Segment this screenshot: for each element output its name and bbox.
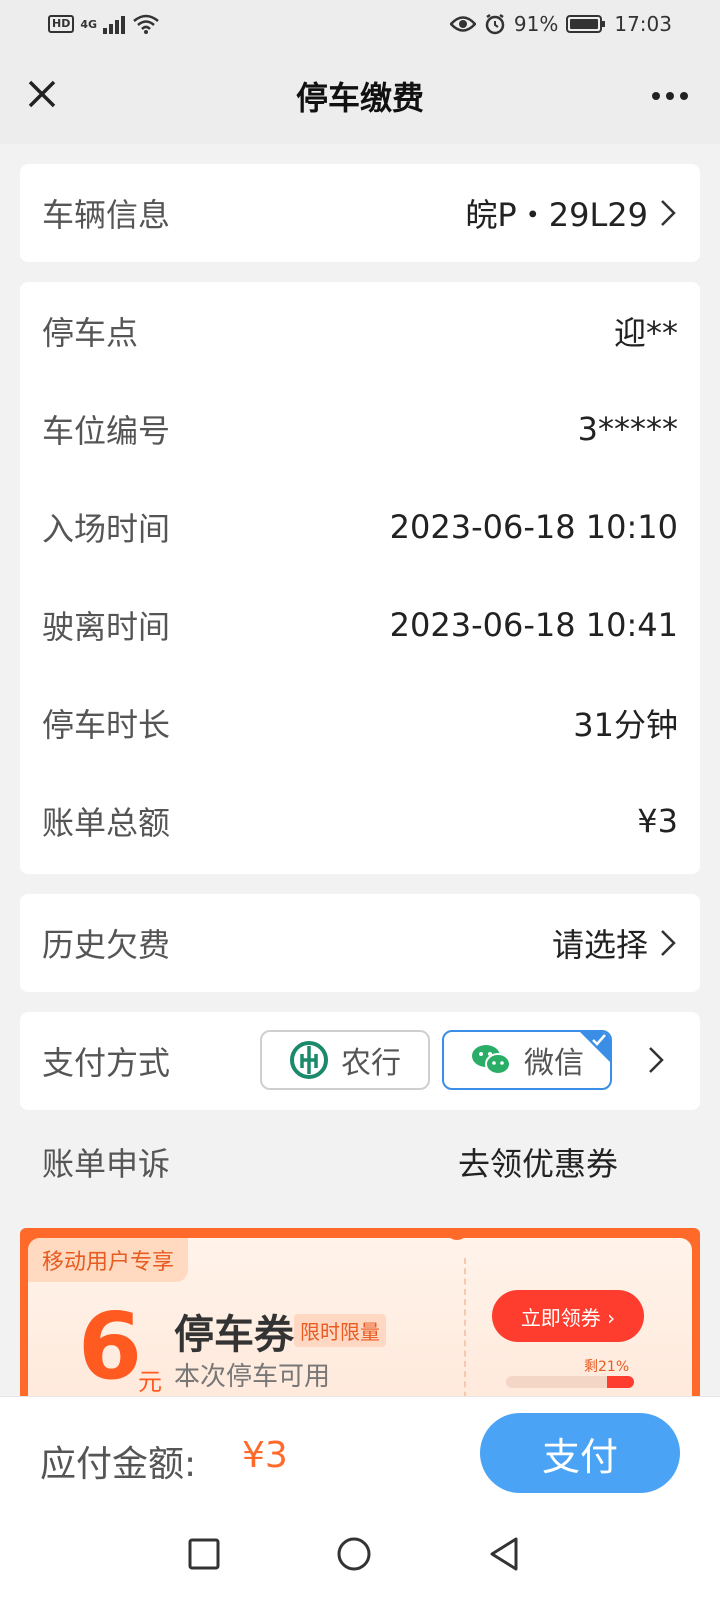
detail-label: 停车点	[42, 314, 139, 352]
page-title: 停车缴费	[295, 79, 424, 117]
promo-coupon: 移动用户专享 6 元 停车券 限时限量 本次停车可用 立即领券 › 剩21%	[28, 1238, 692, 1396]
promo-progress-fill	[607, 1376, 634, 1388]
status-left: HD 4G	[48, 14, 159, 34]
chevron-right-icon	[661, 200, 676, 226]
promo-badge: 限时限量	[294, 1314, 386, 1347]
detail-value: 2023-06-18 10:10	[389, 508, 678, 546]
promo-remaining: 剩21%	[584, 1359, 630, 1375]
appeal-link[interactable]: 账单申诉	[42, 1139, 170, 1185]
claim-coupon-button[interactable]: 立即领券 ›	[492, 1290, 644, 1342]
promo-amount: 6	[78, 1293, 143, 1396]
payment-label: 支付方式	[42, 1044, 171, 1082]
wifi-icon	[133, 14, 159, 34]
arrears-value-group: 请选择	[552, 920, 678, 966]
detail-row: 账单总额 ¥3	[20, 772, 700, 870]
battery-percent: 91%	[513, 12, 559, 36]
back-icon[interactable]	[484, 1534, 524, 1574]
footer-pay-bar: 应付金额: ¥3 支付	[0, 1396, 720, 1504]
signal-icon	[103, 16, 126, 34]
promo-banner[interactable]: 移动用户专享 6 元 停车券 限时限量 本次停车可用 立即领券 › 剩21%	[20, 1228, 700, 1396]
recent-apps-icon[interactable]	[184, 1534, 224, 1574]
payment-option-abc[interactable]: 农行	[260, 1030, 430, 1090]
promo-divider	[464, 1258, 466, 1396]
promo-progress-bar	[506, 1376, 634, 1388]
amount-label: 应付金额:	[40, 1444, 197, 1485]
coupon-link[interactable]: 去领优惠券	[458, 1139, 618, 1185]
clock: 17:03	[614, 12, 672, 36]
detail-row: 停车时长 31分钟	[20, 674, 700, 772]
vehicle-row[interactable]: 车辆信息 皖P・29L29	[20, 164, 700, 262]
payment-option-wechat[interactable]: 微信	[442, 1030, 612, 1090]
arrears-card[interactable]: 历史欠费 请选择	[20, 894, 700, 992]
amount-value: ¥3	[242, 1435, 288, 1476]
detail-row: 车位编号 3*****	[20, 380, 700, 478]
vehicle-label: 车辆信息	[42, 196, 171, 234]
arrears-label: 历史欠费	[42, 926, 171, 964]
close-icon[interactable]	[22, 74, 62, 114]
status-bar: HD 4G 91% 17:03	[0, 0, 720, 48]
home-icon[interactable]	[334, 1534, 374, 1574]
alarm-icon	[485, 13, 505, 35]
more-icon[interactable]	[648, 76, 692, 116]
details-card: 停车点 迎** 车位编号 3***** 入场时间 2023-06-18 10:1…	[20, 282, 700, 874]
appeal-row: 账单申诉 去领优惠券	[0, 1110, 680, 1214]
detail-label: 账单总额	[42, 804, 171, 842]
nav-bar: 停车缴费	[0, 48, 720, 144]
detail-label: 驶离时间	[42, 608, 171, 646]
promo-subtitle: 本次停车可用	[174, 1362, 331, 1392]
detail-value: 31分钟	[573, 706, 678, 744]
eye-icon	[449, 16, 476, 32]
chevron-right-icon	[661, 930, 676, 956]
battery-icon	[566, 15, 606, 33]
check-icon	[592, 1034, 606, 1046]
abc-bank-icon	[290, 1041, 328, 1079]
promo-tag: 移动用户专享	[28, 1238, 189, 1282]
vehicle-plate-value: 皖P・29L29	[465, 190, 678, 236]
payment-option-label: 农行	[341, 1046, 401, 1081]
payment-option-label: 微信	[524, 1046, 584, 1081]
promo-title: 停车券	[174, 1312, 294, 1358]
arrears-value: 请选择	[551, 926, 648, 964]
detail-value: 迎**	[613, 314, 678, 352]
detail-label: 停车时长	[42, 706, 171, 744]
chevron-right-icon[interactable]	[646, 1044, 666, 1076]
detail-value: 3*****	[577, 410, 678, 448]
detail-value: 2023-06-18 10:41	[389, 606, 678, 644]
status-right: 91% 17:03	[449, 12, 672, 36]
arrears-row[interactable]: 历史欠费 请选择	[20, 894, 700, 992]
detail-label: 车位编号	[42, 412, 171, 450]
network-type: 4G	[80, 17, 98, 31]
hd-badge: HD	[48, 15, 75, 33]
payment-card: 支付方式 农行 微信	[20, 1012, 700, 1110]
detail-label: 入场时间	[42, 510, 171, 548]
pay-button[interactable]: 支付	[480, 1413, 680, 1493]
detail-row: 入场时间 2023-06-18 10:10	[20, 478, 700, 576]
detail-row: 停车点 迎**	[20, 282, 700, 380]
wechat-icon	[472, 1045, 511, 1075]
promo-unit: 元	[138, 1368, 162, 1396]
vehicle-plate: 皖P・29L29	[465, 196, 648, 234]
detail-value: ¥3	[637, 802, 678, 840]
detail-row: 驶离时间 2023-06-18 10:41	[20, 576, 700, 674]
vehicle-card[interactable]: 车辆信息 皖P・29L29	[20, 164, 700, 262]
system-nav-bar	[0, 1504, 720, 1600]
